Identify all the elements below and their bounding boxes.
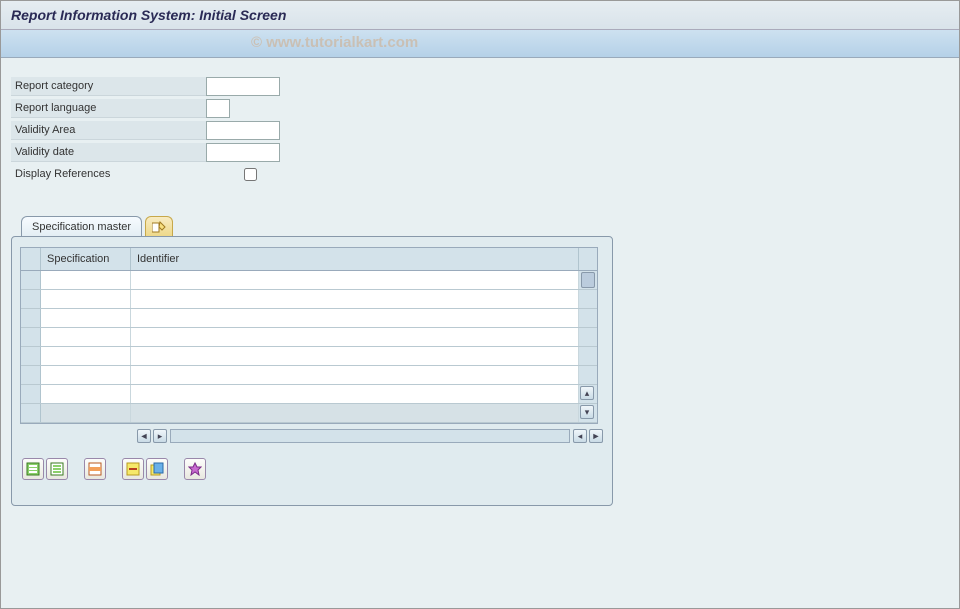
cell-identifier[interactable] [131,385,579,403]
page-title: Report Information System: Initial Scree… [11,7,286,23]
row-selector[interactable] [21,290,41,308]
grid-body: ▴▾ [21,271,597,423]
checkbox-display-references[interactable] [244,168,257,181]
row-selector[interactable] [21,271,41,289]
input-report-language[interactable] [206,99,230,118]
tab-specification-master[interactable]: Specification master [21,216,142,236]
cell-identifier [131,404,579,422]
row-report-category: Report category [11,76,949,96]
label-report-category: Report category [11,77,206,96]
select-all-button[interactable] [22,458,44,480]
scroll-down-icon[interactable]: ▾ [580,405,594,419]
tab-label: Specification master [32,221,131,233]
table-row [21,290,597,309]
deselect-all-icon [50,462,64,476]
cell-specification[interactable] [41,290,131,308]
cell-specification [41,404,131,422]
v-scroll-cell: ▾ [579,404,597,422]
v-scroll-cell [579,347,597,365]
delete-row-button[interactable] [122,458,144,480]
configure-icon [188,462,202,476]
scroll-right-end-icon[interactable]: ► [589,429,603,443]
column-header-identifier[interactable]: Identifier [131,248,579,270]
row-selector[interactable] [21,404,41,422]
configure-button[interactable] [184,458,206,480]
v-scroll-cell: ▴ [579,385,597,403]
row-validity-area: Validity Area [11,120,949,140]
scroll-left-icon[interactable]: ▸ [153,429,167,443]
display-change-icon [152,221,166,233]
selection-form: Report category Report language Validity… [1,58,959,196]
grid-header: Specification Identifier [21,248,597,271]
row-display-references: Display References [11,164,949,184]
v-scroll-cell [579,328,597,346]
cell-identifier[interactable] [131,309,579,327]
table-row: ▾ [21,404,597,423]
tab-strip: Specification master [21,216,613,236]
cell-specification[interactable] [41,328,131,346]
row-selector[interactable] [21,385,41,403]
table-row [21,271,597,290]
v-scroll-cell [579,290,597,308]
input-validity-area[interactable] [206,121,280,140]
v-scroll-thumb[interactable] [581,272,595,288]
scroll-left-start-icon[interactable]: ◄ [137,429,151,443]
v-scroll-cell [579,309,597,327]
cell-identifier[interactable] [131,366,579,384]
insert-row-icon [88,462,102,476]
h-scroll-track[interactable] [170,429,570,443]
table-row [21,328,597,347]
label-validity-date: Validity date [11,143,206,162]
copy-row-icon [150,462,164,476]
row-report-language: Report language [11,98,949,118]
row-selector[interactable] [21,347,41,365]
cell-specification[interactable] [41,366,131,384]
cell-identifier[interactable] [131,328,579,346]
table-row: ▴ [21,385,597,404]
input-validity-date[interactable] [206,143,280,162]
insert-row-button[interactable] [84,458,106,480]
delete-row-icon [126,462,140,476]
row-selector[interactable] [21,328,41,346]
copy-row-button[interactable] [146,458,168,480]
table-row [21,366,597,385]
scroll-right-icon[interactable]: ◂ [573,429,587,443]
row-validity-date: Validity date [11,142,949,162]
v-scroll-cell [579,366,597,384]
row-selector[interactable] [21,309,41,327]
v-scroll-cell [579,271,597,289]
grid-select-all-header[interactable] [21,248,41,270]
grid-scroll-corner [579,248,597,270]
label-report-language: Report language [11,99,206,118]
app-window: Report Information System: Initial Scree… [0,0,960,609]
table-row [21,347,597,366]
scroll-up-icon[interactable]: ▴ [580,386,594,400]
application-toolbar: © www.tutorialkart.com [1,30,959,58]
tab-container: Specification master Specification Ident… [11,216,613,506]
cell-specification[interactable] [41,347,131,365]
grid-horizontal-scrollbar: ◄ ▸ ◂ ► [20,426,604,446]
tab-action-button[interactable] [145,216,173,236]
label-display-references: Display References [11,165,206,184]
table-row [21,309,597,328]
cell-specification[interactable] [41,385,131,403]
title-bar: Report Information System: Initial Scree… [1,1,959,30]
cell-specification[interactable] [41,271,131,289]
input-report-category[interactable] [206,77,280,96]
cell-identifier[interactable] [131,290,579,308]
label-validity-area: Validity Area [11,121,206,140]
tab-panel-body: Specification Identifier ▴▾ ◄ ▸ ◂ ► [11,236,613,506]
grid-toolbar [20,446,604,480]
cell-identifier[interactable] [131,271,579,289]
deselect-all-button[interactable] [46,458,68,480]
cell-specification[interactable] [41,309,131,327]
cell-identifier[interactable] [131,347,579,365]
select-all-icon [26,462,40,476]
specification-grid: Specification Identifier ▴▾ [20,247,598,424]
column-header-specification[interactable]: Specification [41,248,131,270]
row-selector[interactable] [21,366,41,384]
watermark-text: © www.tutorialkart.com [251,34,418,51]
